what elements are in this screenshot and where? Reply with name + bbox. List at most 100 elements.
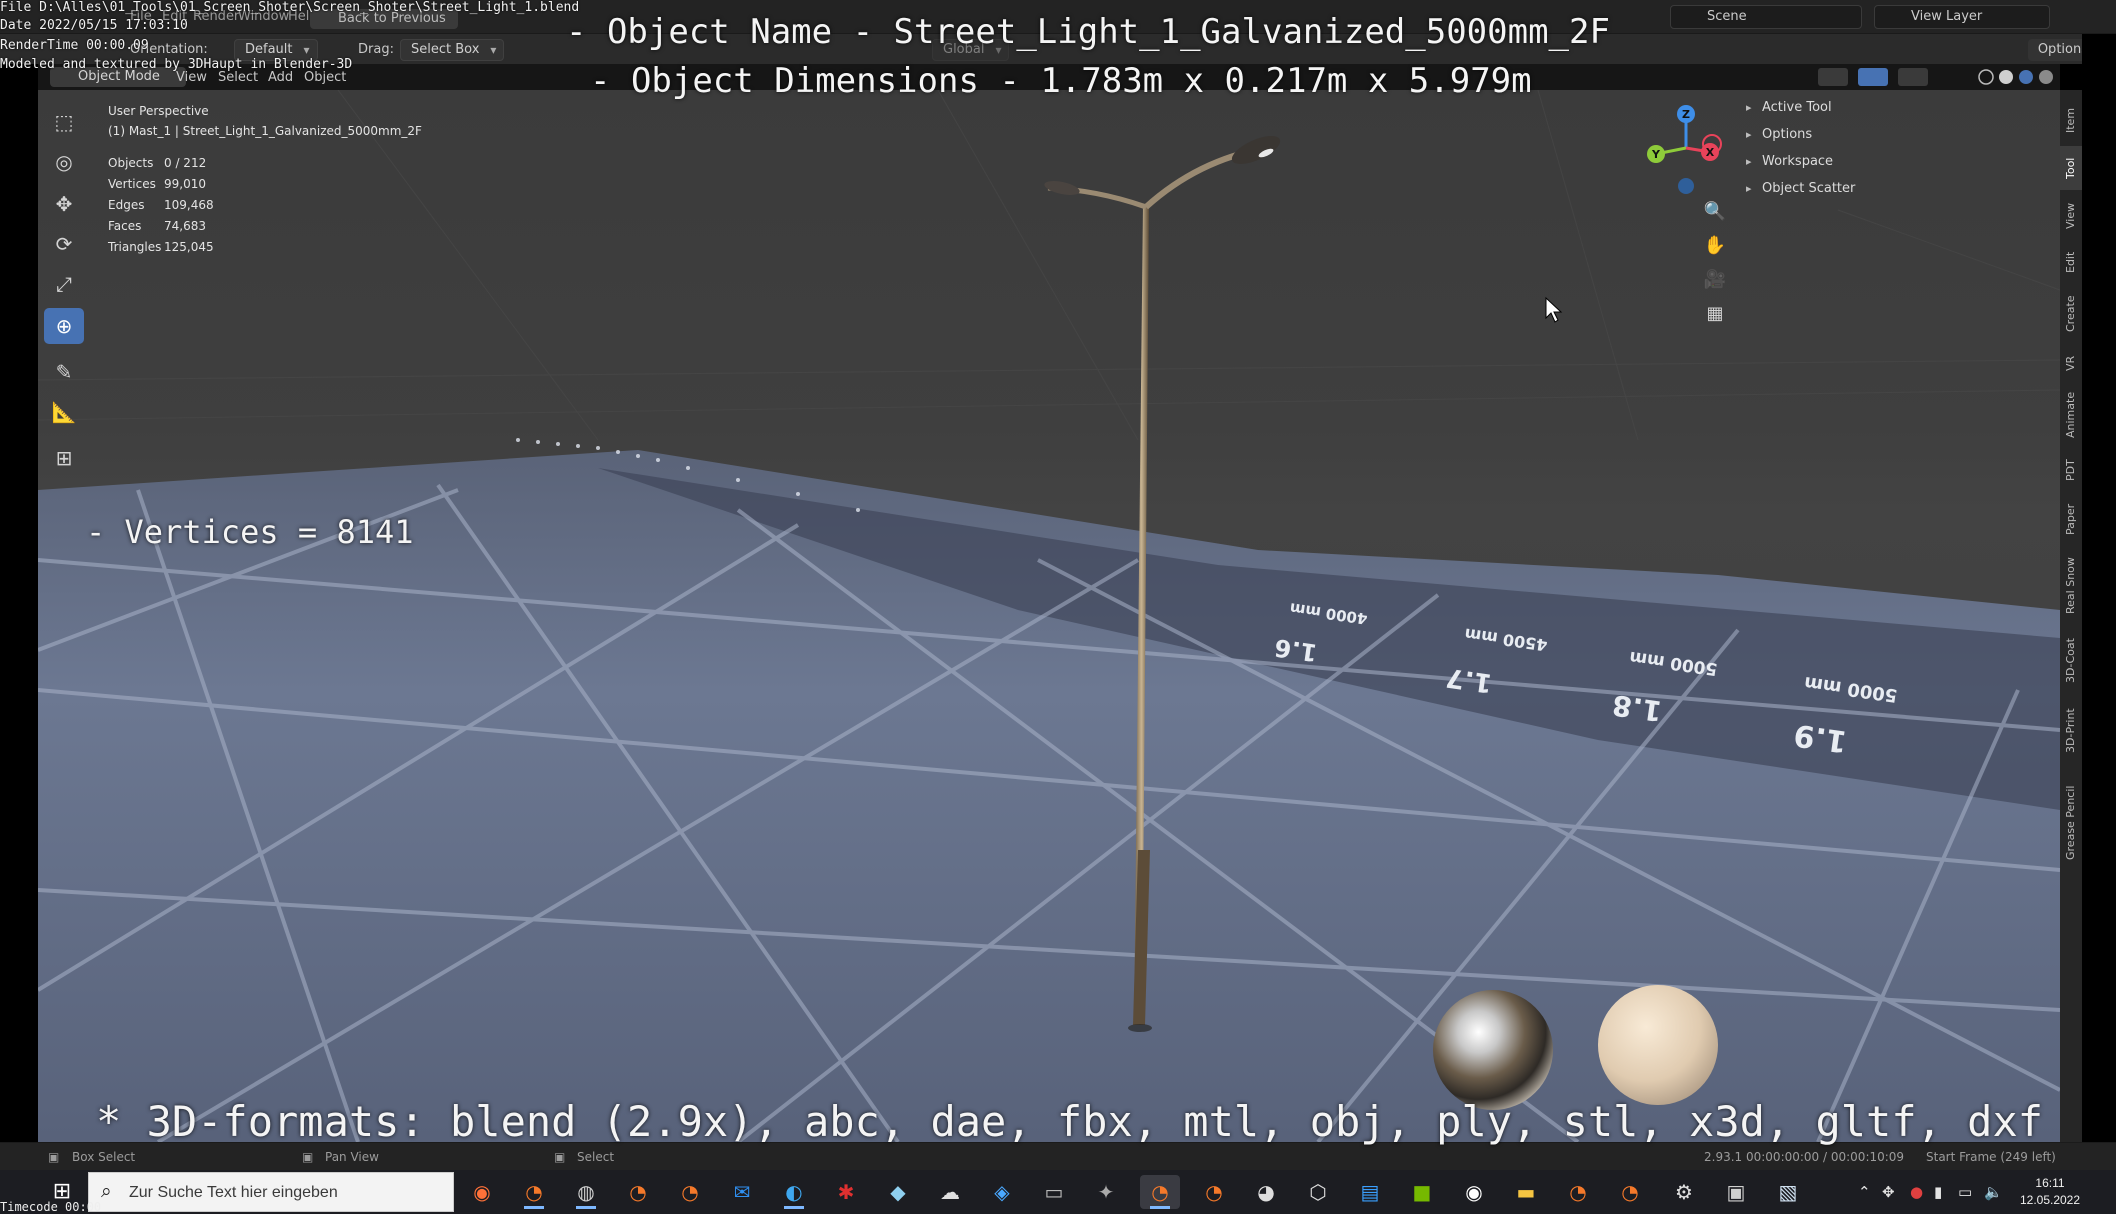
nvidia-icon[interactable]: ■ xyxy=(1402,1175,1442,1209)
pan-hand-icon[interactable]: ✋ xyxy=(1698,230,1732,262)
blender-icon[interactable]: ◔ xyxy=(670,1175,710,1209)
tray-app-icon[interactable]: ● xyxy=(1910,1170,1923,1214)
3d-viewer-icon[interactable]: ⬡ xyxy=(1298,1175,1338,1209)
3d-viewport[interactable]: 1.6 1.7 1.8 1.9 4000 mm 4500 mm 5000 mm … xyxy=(38,90,2060,1142)
stat-value: 109,468 xyxy=(164,198,214,212)
stat-key: Faces xyxy=(108,219,142,233)
panel-active-tool[interactable]: Active Tool xyxy=(1740,94,2058,121)
panel-object-scatter[interactable]: Object Scatter xyxy=(1740,175,2058,202)
credit-line: Modeled and textured by 3DHaupt in Blend… xyxy=(0,57,353,72)
tray-volume-icon[interactable]: 🔈 xyxy=(1984,1170,2003,1214)
tray-chevron-up-icon[interactable]: ⌃ xyxy=(1858,1170,1871,1214)
select-box-tool-icon[interactable]: ⬚ xyxy=(44,104,84,140)
tab-real-snow[interactable]: Real Snow xyxy=(2060,548,2082,624)
scene-selector[interactable]: Scene xyxy=(1670,5,1862,29)
perspective-label: User Perspective xyxy=(108,104,209,118)
blender-icon[interactable]: ◔ xyxy=(618,1175,658,1209)
transform-tool-icon[interactable]: ⊕ xyxy=(44,308,84,344)
tab-view[interactable]: View xyxy=(2060,194,2082,238)
active-object-path: (1) Mast_1 | Street_Light_1_Galvanized_5… xyxy=(108,124,422,138)
floor-label-number: 1.9 xyxy=(1792,717,1850,759)
remote-app-icon[interactable]: ▧ xyxy=(1768,1175,1808,1209)
drag-dropdown[interactable]: Select Box xyxy=(400,39,505,61)
tab-pdt[interactable]: PDT xyxy=(2060,450,2082,490)
viewport-menu-add[interactable]: Add xyxy=(268,70,293,85)
blender-icon[interactable]: ◔ xyxy=(514,1175,554,1209)
navigation-gizmo[interactable]: Z Y X xyxy=(1640,100,1730,210)
edge-icon[interactable]: ◐ xyxy=(774,1175,814,1209)
timecode-line: Timecode 00:00 xyxy=(0,1200,102,1214)
ortho-grid-icon[interactable]: ▦ xyxy=(1698,298,1732,330)
tab-3d-print[interactable]: 3D-Print xyxy=(2060,698,2082,764)
scale-tool-icon[interactable]: ⤢ xyxy=(44,266,84,302)
shading-toolbar[interactable] xyxy=(1818,66,2060,88)
windows-taskbar: ⊞ ⌕ ◉ ◔ ◍ ◔ ◔ ✉ ◐ ✱ ◆ ☁ ◈ ▭ ✦ ◔ ◔ ◕ ⬡ ▤ … xyxy=(0,1170,2116,1214)
rotate-tool-icon[interactable]: ⟳ xyxy=(44,226,84,262)
measure-tool-icon[interactable]: 📐 xyxy=(44,394,84,430)
blender-icon[interactable]: ◔ xyxy=(1194,1175,1234,1209)
drag-value: Select Box xyxy=(411,42,480,57)
obs-icon[interactable]: ◍ xyxy=(566,1175,606,1209)
notes-app-icon[interactable]: ◆ xyxy=(878,1175,918,1209)
blender-icon[interactable]: ◔ xyxy=(1558,1175,1598,1209)
viewport-menu-select[interactable]: Select xyxy=(218,70,258,85)
tab-tool[interactable]: Tool xyxy=(2060,146,2082,190)
tab-vr[interactable]: VR xyxy=(2060,346,2082,380)
blender-active-icon[interactable]: ◔ xyxy=(1140,1175,1180,1209)
stat-key: Vertices xyxy=(108,177,156,191)
stat-key: Triangles xyxy=(108,240,162,254)
firefox-icon[interactable]: ◉ xyxy=(462,1175,502,1209)
viewport-menu-view[interactable]: View xyxy=(176,70,207,85)
tab-3d-coat[interactable]: 3D-Coat xyxy=(2060,628,2082,694)
tray-battery-icon[interactable]: ▮ xyxy=(1934,1170,1942,1214)
calendar-app-icon[interactable]: ▤ xyxy=(1350,1175,1390,1209)
stat-value: 74,683 xyxy=(164,219,206,233)
view-layer-selector[interactable]: View Layer xyxy=(1874,5,2050,29)
caption-object-dimensions: - Object Dimensions - 1.783m x 0.217m x … xyxy=(590,61,1532,101)
camera-view-icon[interactable]: 🎥 xyxy=(1698,264,1732,296)
tab-edit[interactable]: Edit xyxy=(2060,242,2082,282)
move-tool-icon[interactable]: ✥ xyxy=(44,186,84,222)
tab-animate[interactable]: Animate xyxy=(2060,384,2082,446)
zoom-icon[interactable]: 🔍 xyxy=(1698,196,1732,228)
drag-label: Drag: xyxy=(358,42,394,57)
window-app-icon[interactable]: ▣ xyxy=(1716,1175,1756,1209)
matte-sphere xyxy=(1598,985,1718,1105)
mouse-cursor xyxy=(1545,296,1563,323)
stat-key: Edges xyxy=(108,198,145,212)
panel-workspace[interactable]: Workspace xyxy=(1740,148,2058,175)
file-path-line: File D:\Alles\01_Tools\01_Screen_Shoter\… xyxy=(0,0,580,15)
add-cube-tool-icon[interactable]: ⊞ xyxy=(44,440,84,476)
stat-value: 125,045 xyxy=(164,240,214,254)
blender-icon[interactable]: ◔ xyxy=(1610,1175,1650,1209)
status-middle-action: Pan View xyxy=(325,1150,379,1164)
file-explorer-icon[interactable]: ▬ xyxy=(1506,1175,1546,1209)
panel-options[interactable]: Options xyxy=(1740,121,2058,148)
tab-item[interactable]: Item xyxy=(2060,98,2082,142)
tab-create[interactable]: Create xyxy=(2060,286,2082,342)
search-icon: ⌕ xyxy=(101,1180,112,1202)
recorder-icon[interactable]: ◉ xyxy=(1454,1175,1494,1209)
terminal-icon[interactable]: ▭ xyxy=(1034,1175,1074,1209)
mail-icon[interactable]: ✉ xyxy=(722,1175,762,1209)
taskbar-search-box[interactable]: ⌕ xyxy=(88,1172,454,1212)
tool-app-icon[interactable]: ✦ xyxy=(1086,1175,1126,1209)
bug-app-icon[interactable]: ✱ xyxy=(826,1175,866,1209)
tab-paper[interactable]: Paper xyxy=(2060,494,2082,544)
render-time-line: RenderTime 00:00.09 xyxy=(0,38,149,53)
cloud-app-icon[interactable]: ☁ xyxy=(930,1175,970,1209)
tray-network-icon[interactable]: ✥ xyxy=(1882,1170,1895,1214)
cursor-tool-icon[interactable]: ◎ xyxy=(44,144,84,180)
panda-app-icon[interactable]: ◕ xyxy=(1246,1175,1286,1209)
tab-grease-pencil[interactable]: Grease Pencil xyxy=(2060,768,2082,878)
sidebar-n-panel: Active Tool Options Workspace Object Sca… xyxy=(1740,94,2058,202)
annotate-tool-icon[interactable]: ✎ xyxy=(44,354,84,390)
viewport-scene: 1.6 1.7 1.8 1.9 4000 mm 4500 mm 5000 mm … xyxy=(38,90,2060,1142)
taskbar-clock[interactable]: 16:11 12.05.2022 xyxy=(2018,1175,2082,1209)
taskbar-search-input[interactable] xyxy=(129,1181,439,1205)
viewport-menu-object[interactable]: Object xyxy=(304,70,346,85)
settings-gear-icon[interactable]: ⚙ xyxy=(1664,1175,1704,1209)
tray-display-icon[interactable]: ▭ xyxy=(1958,1170,1972,1214)
gizmo-x-label: X xyxy=(1706,146,1715,159)
shield-app-icon[interactable]: ◈ xyxy=(982,1175,1022,1209)
